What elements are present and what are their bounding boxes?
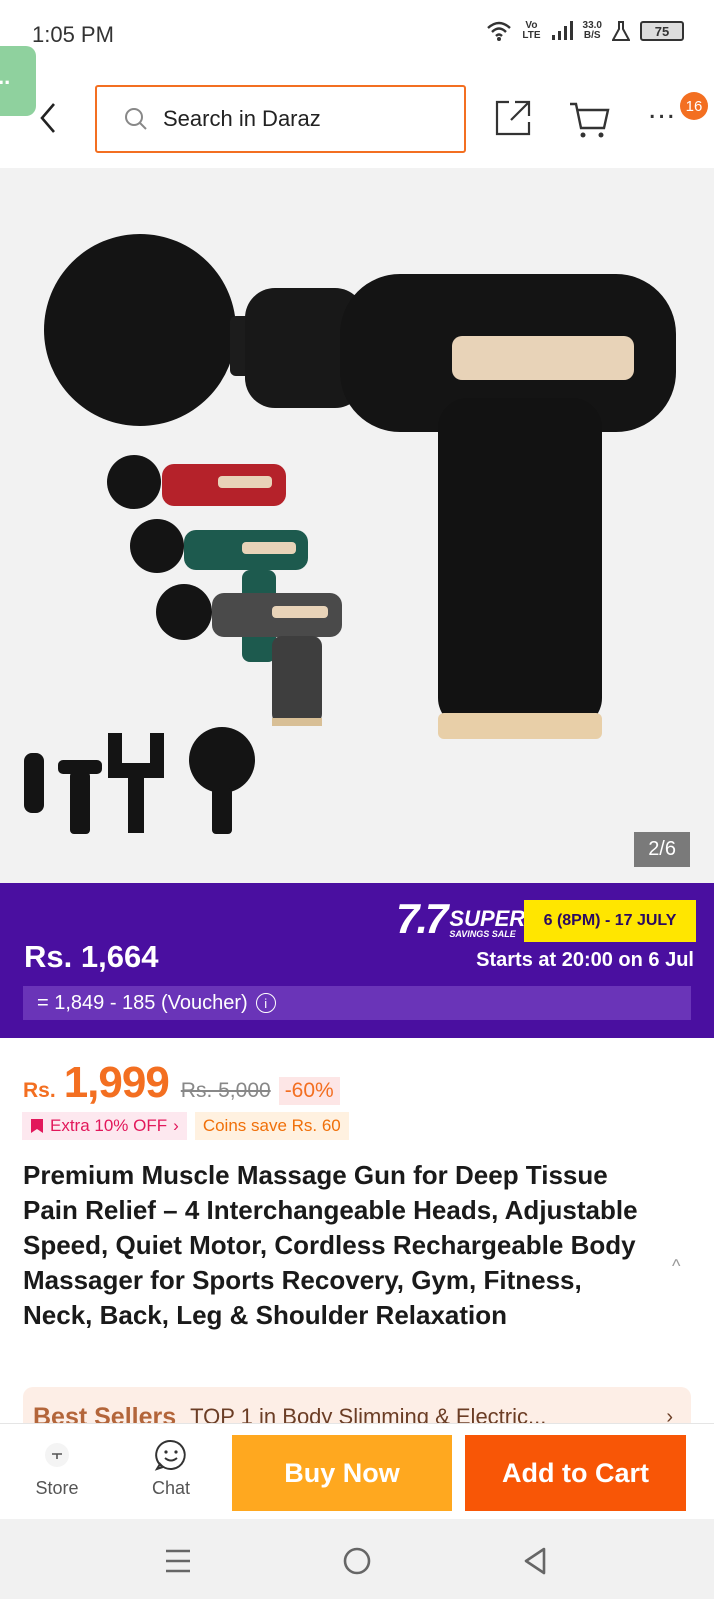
campaign-banner[interactable]: Rs. 1,664 7.7 SUPER SAVINGS SALE 6 (8PM)… [0,883,714,1038]
bottom-action-bar: Store Chat Buy Now Add to Cart [0,1423,714,1519]
product-image-gallery[interactable]: 2/6 [0,168,714,883]
chat-icon [154,1439,186,1471]
promo-tags: Extra 10% OFF › Coins save Rs. 60 [22,1112,349,1140]
product-image [24,234,676,834]
promo-price: Rs. 1,664 [24,939,159,974]
side-floating-tab[interactable]: .. [0,46,36,116]
store-button[interactable]: Store [22,1432,92,1512]
signal-icon [551,21,573,40]
system-nav-bar [0,1519,714,1599]
coins-save-tag: Coins save Rs. 60 [194,1112,349,1140]
store-icon [45,1443,69,1467]
info-icon[interactable]: i [255,993,276,1013]
image-counter: 2/6 [634,832,690,867]
search-icon [125,108,147,130]
home-icon[interactable] [337,1541,377,1581]
flask-icon [612,21,630,41]
campaign-dates: 6 (8PM) - 17 JULY [524,900,696,942]
cart-icon[interactable] [568,100,612,140]
original-price: Rs. 5,000 [180,1079,271,1102]
menu-icon[interactable] [158,1541,198,1581]
voucher-icon [31,1119,43,1133]
product-title: Premium Muscle Massage Gun for Deep Tiss… [23,1160,638,1330]
chat-button[interactable]: Chat [136,1432,206,1512]
cart-count-badge: 16 [680,92,708,120]
chevron-up-icon[interactable]: ^ [672,1256,680,1277]
network-type: Vo LTE [522,20,541,41]
currency-label: Rs. [23,1079,56,1102]
back-icon[interactable] [516,1541,556,1581]
search-placeholder: Search in Daraz [163,106,321,131]
status-bar: 1:05 PM Vo LTE 33.0 B/S 75 [0,0,714,70]
voucher-breakdown[interactable]: = 1,849 - 185 (Voucher) i [23,986,691,1020]
status-icons: Vo LTE 33.0 B/S 75 [486,20,684,42]
battery-indicator: 75 [640,21,684,41]
buy-now-button[interactable]: Buy Now [232,1435,452,1511]
top-header: Search in Daraz ... 16 [0,70,714,168]
wifi-icon [487,21,512,41]
campaign-logo: 7.7 SUPER SAVINGS SALE [396,895,526,942]
add-to-cart-button[interactable]: Add to Cart [465,1435,686,1511]
share-icon[interactable] [493,98,533,138]
voucher-breakdown-text: = 1,849 - 185 (Voucher) [37,991,248,1014]
campaign-start-text: Starts at 20:00 on 6 Jul [476,949,694,971]
price-row: Rs. 1,999 Rs. 5,000 -60% [23,1058,340,1108]
back-arrow-icon[interactable] [34,98,64,138]
status-time: 1:05 PM [32,22,114,47]
current-price: 1,999 [63,1058,170,1107]
discount-badge: -60% [278,1077,340,1105]
extra-off-tag[interactable]: Extra 10% OFF › [22,1112,187,1140]
search-input[interactable]: Search in Daraz [95,85,466,153]
chevron-right-icon: › [173,1116,179,1135]
network-speed: 33.0 B/S [582,20,602,41]
